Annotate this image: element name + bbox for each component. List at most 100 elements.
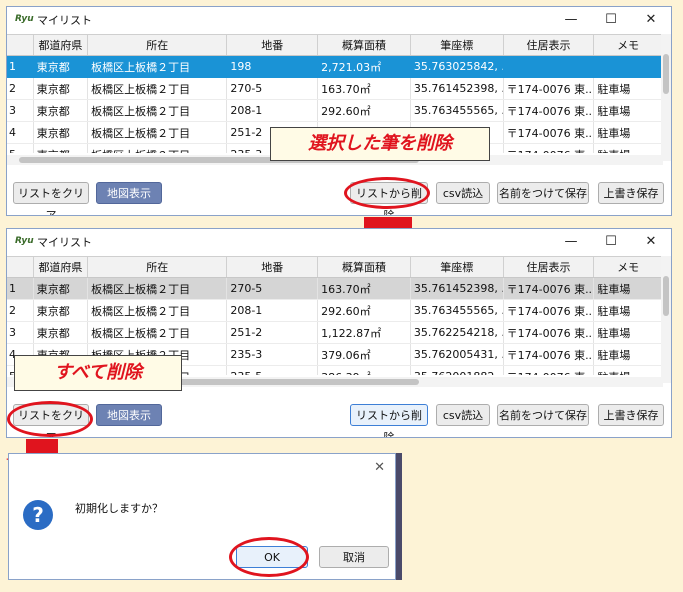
- close-icon[interactable]: ✕: [631, 7, 671, 33]
- table-cell: 386.39㎡: [317, 365, 411, 375]
- table-cell: 東京都: [33, 299, 89, 322]
- highlight-ring: [344, 177, 430, 209]
- mylist-window-after: Ryu マイリスト — ☐ ✕ 都道府県 所在 地番 概算面積 筆座標 住居表示 メモ 1 東京…: [6, 228, 672, 438]
- table-cell: 東京都: [33, 321, 89, 344]
- table-cell: 35.762001882, ...: [410, 365, 504, 375]
- table-cell: 379.06㎡: [317, 343, 411, 366]
- table-cell: 駐車場: [593, 343, 663, 366]
- table-cell: 板橋区上板橋２丁目: [87, 277, 228, 300]
- column-header[interactable]: 住居表示: [503, 257, 595, 278]
- table-cell: 208-1: [226, 99, 319, 122]
- table-cell: [503, 55, 595, 78]
- csv-import-button[interactable]: csv読込: [436, 182, 490, 204]
- table-cell: 駐車場: [593, 321, 663, 344]
- table-cell: 4: [7, 121, 34, 144]
- table-cell: 〒174-0076 東...: [503, 121, 595, 144]
- table-cell: 〒174-0076 東...: [503, 99, 595, 122]
- column-header[interactable]: メモ: [593, 257, 663, 278]
- table-cell: 〒174-0076 東...: [503, 277, 595, 300]
- remove-from-list-button[interactable]: リストから削除: [350, 404, 428, 437]
- table-cell: 〒174-0076 東...: [503, 77, 595, 100]
- overwrite-save-button[interactable]: 上書き保存: [598, 182, 664, 204]
- table-row[interactable]: 3 東京都 板橋区上板橋２丁目 251-2 1,122.87㎡ 35.762254218,…: [7, 321, 663, 344]
- table-cell: 235-5: [226, 365, 319, 375]
- table-cell: 駐車場: [593, 299, 663, 322]
- table-row[interactable]: 1 東京都 板橋区上板橋２丁目 198 2,721.03㎡ 35.763025842, .…: [7, 55, 663, 78]
- dialog-message: 初期化しますか？: [75, 502, 163, 515]
- close-icon[interactable]: ✕: [374, 460, 385, 475]
- button-bar: リストをクリア 地図表示 リストから削除 csv読込 名前をつけて保存 上書き保…: [7, 170, 671, 215]
- window-title: マイリスト: [37, 14, 92, 27]
- column-header[interactable]: 住居表示: [503, 35, 595, 56]
- scroll-thumb[interactable]: [663, 54, 669, 94]
- column-header[interactable]: 筆座標: [410, 257, 504, 278]
- table-cell: 270-5: [226, 277, 319, 300]
- header-row: 都道府県 所在 地番 概算面積 筆座標 住居表示 メモ: [7, 35, 663, 56]
- maximize-icon[interactable]: ☐: [591, 229, 631, 255]
- table-cell: 〒174-0076 東...: [503, 343, 595, 366]
- table-cell: 〒174-0076 東...: [503, 365, 595, 375]
- column-header[interactable]: 地番: [226, 35, 319, 56]
- question-icon: ?: [23, 500, 53, 530]
- highlight-ring: [229, 537, 309, 577]
- table-cell: 駐車場: [593, 77, 663, 100]
- table-cell: 292.60㎡: [317, 99, 411, 122]
- scroll-thumb[interactable]: [663, 276, 669, 316]
- table-cell: 東京都: [33, 143, 89, 153]
- vertical-scrollbar[interactable]: [661, 256, 671, 383]
- column-header[interactable]: 概算面積: [317, 257, 411, 278]
- column-header[interactable]: [7, 257, 34, 278]
- table-cell: 東京都: [33, 77, 89, 100]
- table-cell: 2,721.03㎡: [317, 55, 411, 78]
- column-header[interactable]: 概算面積: [317, 35, 411, 56]
- clear-list-button[interactable]: リストをクリア: [13, 182, 89, 215]
- table-row[interactable]: 1 東京都 板橋区上板橋２丁目 270-5 163.70㎡ 35.761452398, .…: [7, 277, 663, 300]
- minimize-icon[interactable]: —: [551, 229, 591, 255]
- confirm-dialog: ✕ ? 初期化しますか？ OK 取消: [8, 453, 396, 580]
- vertical-scrollbar[interactable]: [661, 34, 671, 161]
- save-as-button[interactable]: 名前をつけて保存: [497, 404, 589, 426]
- button-bar: リストをクリア 地図表示 リストから削除 csv読込 名前をつけて保存 上書き保…: [7, 392, 671, 437]
- header-row: 都道府県 所在 地番 概算面積 筆座標 住居表示 メモ: [7, 257, 663, 278]
- table-cell: 〒174-0076 東...: [503, 321, 595, 344]
- cancel-button[interactable]: 取消: [319, 546, 389, 568]
- column-header[interactable]: メモ: [593, 35, 663, 56]
- callout-delete-all: すべて削除: [14, 355, 182, 391]
- overwrite-save-button[interactable]: 上書き保存: [598, 404, 664, 426]
- column-header[interactable]: [7, 35, 34, 56]
- minimize-icon[interactable]: —: [551, 7, 591, 33]
- table-cell: 35.761452398, ...: [410, 77, 504, 100]
- table-cell: 板橋区上板橋２丁目: [87, 121, 228, 144]
- map-view-button[interactable]: 地図表示: [96, 182, 162, 204]
- callout-delete-selected: 選択した筆を削除: [270, 127, 490, 161]
- table-cell: 〒174-0076 東...: [503, 143, 595, 153]
- table-cell: 1: [7, 55, 34, 78]
- table-row[interactable]: 2 東京都 板橋区上板橋２丁目 208-1 292.60㎡ 35.763455565, .…: [7, 299, 663, 322]
- title-bar: Ryu マイリスト — ☐ ✕: [7, 229, 671, 255]
- table-cell: 板橋区上板橋２丁目: [87, 321, 228, 344]
- map-view-button[interactable]: 地図表示: [96, 404, 162, 426]
- maximize-icon[interactable]: ☐: [591, 7, 631, 33]
- column-header[interactable]: 所在: [87, 257, 228, 278]
- save-as-button[interactable]: 名前をつけて保存: [497, 182, 589, 204]
- table-cell: 東京都: [33, 55, 89, 78]
- table-cell: 235-3: [226, 343, 319, 366]
- table-cell: [593, 55, 663, 78]
- column-header[interactable]: 所在: [87, 35, 228, 56]
- table-cell: 駐車場: [593, 99, 663, 122]
- table-cell: 5: [7, 143, 34, 153]
- table-cell: 板橋区上板橋２丁目: [87, 99, 228, 122]
- table-cell: 板橋区上板橋２丁目: [87, 55, 228, 78]
- table-cell: 東京都: [33, 277, 89, 300]
- table-cell: 35.763455565, ...: [410, 99, 504, 122]
- close-icon[interactable]: ✕: [631, 229, 671, 255]
- column-header[interactable]: 都道府県: [33, 257, 89, 278]
- table-cell: 3: [7, 99, 34, 122]
- table-row[interactable]: 2 東京都 板橋区上板橋２丁目 270-5 163.70㎡ 35.761452398, .…: [7, 77, 663, 100]
- table-cell: 198: [226, 55, 319, 78]
- column-header[interactable]: 地番: [226, 257, 319, 278]
- column-header[interactable]: 都道府県: [33, 35, 89, 56]
- column-header[interactable]: 筆座標: [410, 35, 504, 56]
- table-row[interactable]: 3 東京都 板橋区上板橋２丁目 208-1 292.60㎡ 35.763455565, .…: [7, 99, 663, 122]
- csv-import-button[interactable]: csv読込: [436, 404, 490, 426]
